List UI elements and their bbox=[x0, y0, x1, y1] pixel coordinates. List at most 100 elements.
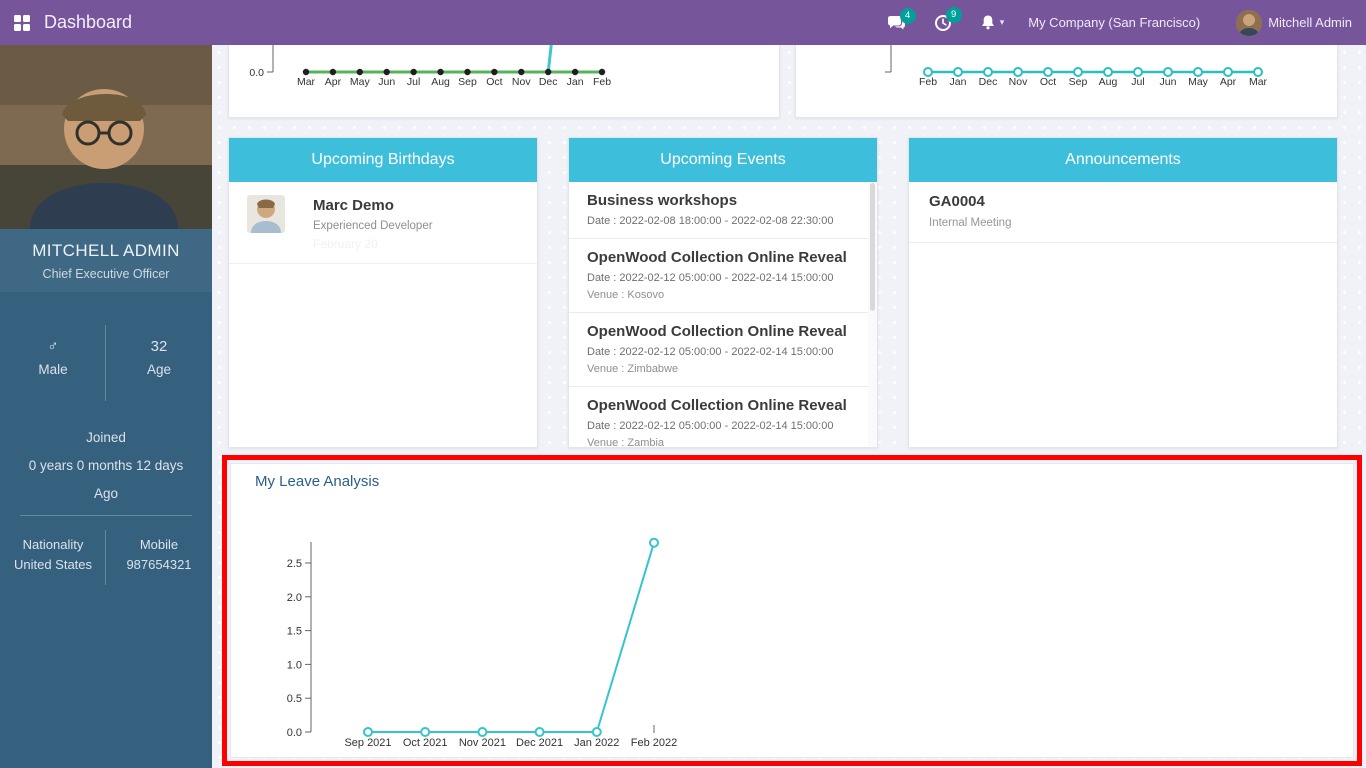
announcements-card: Announcements GA0004 Internal Meeting bbox=[908, 137, 1338, 448]
svg-text:Jul: Jul bbox=[407, 76, 420, 88]
age-label: Age bbox=[106, 359, 212, 381]
svg-text:Feb 2022: Feb 2022 bbox=[631, 737, 677, 749]
svg-text:Feb: Feb bbox=[593, 76, 611, 88]
announcements-list: GA0004 Internal Meeting bbox=[909, 182, 1337, 447]
leave-analysis-line-chart: 0.00.51.01.52.02.5Sep 2021Oct 2021Nov 20… bbox=[231, 464, 1354, 758]
svg-text:Nov: Nov bbox=[1009, 76, 1028, 88]
employee-name: MITCHELL ADMIN bbox=[0, 241, 212, 261]
event-venue: Venue : Zimbabwe bbox=[587, 363, 857, 375]
event-name: OpenWood Collection Online Reveal bbox=[587, 249, 857, 266]
scrollbar-track bbox=[868, 182, 877, 447]
svg-text:1.5: 1.5 bbox=[287, 626, 302, 638]
svg-text:Nov: Nov bbox=[512, 76, 531, 88]
svg-text:Dec: Dec bbox=[539, 76, 558, 88]
grid-square bbox=[23, 15, 30, 22]
user-avatar bbox=[1236, 10, 1262, 36]
event-name: Business workshops bbox=[587, 192, 857, 209]
svg-text:Sep: Sep bbox=[1069, 76, 1088, 88]
birthdays-list: Marc Demo Experienced Developer February… bbox=[229, 182, 537, 447]
joined-duration: 0 years 0 months 12 days bbox=[0, 458, 212, 473]
event-list-item: OpenWood Collection Online Reveal Date :… bbox=[569, 387, 877, 447]
event-name: OpenWood Collection Online Reveal bbox=[587, 323, 857, 340]
user-menu[interactable]: Mitchell Admin bbox=[1236, 10, 1352, 36]
scrollbar-thumb[interactable] bbox=[870, 183, 875, 311]
mobile-value: 987654321 bbox=[106, 555, 212, 575]
company-switcher[interactable]: My Company (San Francisco) bbox=[1028, 15, 1200, 30]
svg-text:Sep 2021: Sep 2021 bbox=[344, 737, 391, 749]
employee-photo bbox=[0, 45, 212, 229]
app-title[interactable]: Dashboard bbox=[44, 12, 132, 33]
svg-text:Mar: Mar bbox=[297, 76, 316, 88]
svg-text:0.0: 0.0 bbox=[287, 727, 302, 739]
my-leave-analysis-card: My Leave Analysis 0.00.51.01.52.02.5Sep … bbox=[230, 463, 1354, 758]
upcoming-birthdays-card: Upcoming Birthdays Marc Demo Experienced… bbox=[228, 137, 538, 448]
upcoming-events-card: Upcoming Events Business workshops Date … bbox=[568, 137, 878, 448]
notifications-button[interactable]: ▾ bbox=[980, 14, 1005, 31]
svg-text:Oct: Oct bbox=[1040, 76, 1056, 88]
birthday-role: Experienced Developer bbox=[313, 220, 433, 232]
leave-analysis-title: My Leave Analysis bbox=[255, 473, 379, 490]
joined-block: Joined 0 years 0 months 12 days Ago bbox=[0, 417, 212, 501]
user-name: Mitchell Admin bbox=[1268, 15, 1352, 30]
svg-text:Apr: Apr bbox=[325, 76, 342, 88]
event-venue: Venue : Kosovo bbox=[587, 289, 857, 301]
divider bbox=[20, 515, 192, 516]
svg-text:Dec: Dec bbox=[979, 76, 998, 88]
card-title: Upcoming Birthdays bbox=[229, 138, 537, 182]
employee-avatar bbox=[247, 195, 285, 233]
employee-profile-panel: MITCHELL ADMIN Chief Executive Officer ♂… bbox=[0, 45, 212, 768]
svg-text:Oct: Oct bbox=[486, 76, 502, 88]
employee-name-band: MITCHELL ADMIN Chief Executive Officer bbox=[0, 229, 212, 292]
svg-text:Feb: Feb bbox=[919, 76, 937, 88]
event-date: Date : 2022-02-08 18:00:00 - 2022-02-08 … bbox=[587, 215, 857, 227]
event-list-item: Business workshops Date : 2022-02-08 18:… bbox=[569, 182, 877, 239]
divider bbox=[105, 530, 106, 585]
birthday-name: Marc Demo bbox=[313, 197, 433, 214]
joined-label: Joined bbox=[0, 430, 212, 445]
announcement-code: GA0004 bbox=[929, 193, 1317, 210]
svg-text:Nov 2021: Nov 2021 bbox=[459, 737, 506, 749]
event-list-item: OpenWood Collection Online Reveal Date :… bbox=[569, 313, 877, 387]
svg-text:Aug: Aug bbox=[1099, 76, 1118, 88]
grid-square bbox=[14, 15, 21, 22]
svg-text:Jun: Jun bbox=[378, 76, 395, 88]
employee-role: Chief Executive Officer bbox=[0, 267, 212, 281]
svg-text:May: May bbox=[1188, 76, 1209, 88]
nationality-label: Nationality bbox=[0, 535, 106, 555]
age-value: 32 bbox=[106, 335, 212, 359]
chevron-down-icon: ▾ bbox=[1000, 17, 1005, 28]
svg-text:Mar: Mar bbox=[1249, 76, 1268, 88]
nationality-value: United States bbox=[0, 555, 106, 575]
activities-badge: 9 bbox=[946, 7, 962, 23]
svg-text:0.5: 0.5 bbox=[287, 693, 302, 705]
grid-square bbox=[23, 24, 30, 31]
messages-button[interactable]: 4 bbox=[887, 15, 906, 31]
gender-age-row: ♂ Male 32 Age bbox=[0, 335, 212, 381]
activities-button[interactable]: 9 bbox=[934, 14, 952, 32]
messages-badge: 4 bbox=[900, 8, 916, 24]
svg-text:Jan: Jan bbox=[567, 76, 584, 88]
card-title: Announcements bbox=[909, 138, 1337, 182]
svg-text:Dec 2021: Dec 2021 bbox=[516, 737, 563, 749]
joined-suffix: Ago bbox=[0, 486, 212, 501]
svg-text:Oct 2021: Oct 2021 bbox=[403, 737, 448, 749]
svg-text:Jan: Jan bbox=[950, 76, 967, 88]
events-list: Business workshops Date : 2022-02-08 18:… bbox=[569, 182, 877, 447]
event-name: OpenWood Collection Online Reveal bbox=[587, 397, 857, 414]
svg-text:2.5: 2.5 bbox=[287, 558, 302, 570]
announcement-list-item: GA0004 Internal Meeting bbox=[909, 182, 1337, 243]
bell-icon bbox=[980, 14, 996, 31]
event-venue: Venue : Zambia bbox=[587, 437, 857, 447]
grid-square bbox=[14, 24, 21, 31]
svg-text:1.0: 1.0 bbox=[287, 659, 302, 671]
svg-text:Aug: Aug bbox=[431, 76, 450, 88]
divider bbox=[105, 325, 106, 401]
gender-value: Male bbox=[0, 359, 106, 381]
event-list-item: OpenWood Collection Online Reveal Date :… bbox=[569, 239, 877, 313]
svg-text:Jan 2022: Jan 2022 bbox=[574, 737, 619, 749]
svg-text:Sep: Sep bbox=[458, 76, 477, 88]
nationality-mobile-row: Nationality United States Mobile 9876543… bbox=[0, 535, 212, 575]
svg-text:0.0: 0.0 bbox=[249, 67, 264, 79]
card-title: Upcoming Events bbox=[569, 138, 877, 182]
apps-grid-icon[interactable] bbox=[14, 15, 30, 31]
